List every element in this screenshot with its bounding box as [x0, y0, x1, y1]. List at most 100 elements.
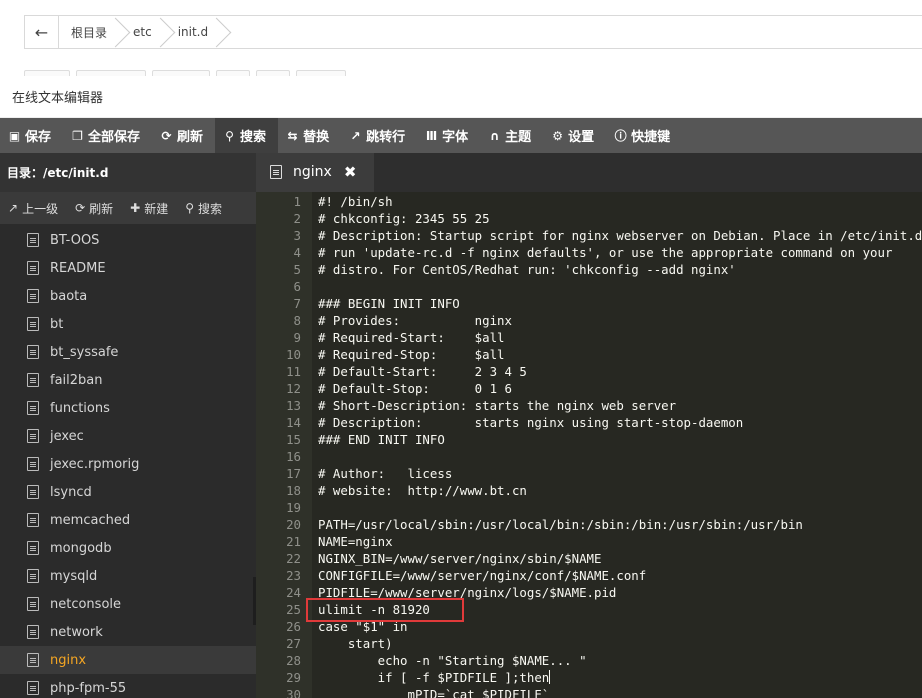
- code-text: ### END INIT INFO: [318, 432, 445, 447]
- file-icon: [27, 485, 39, 499]
- file-item[interactable]: netconsole: [0, 590, 256, 618]
- code-line: 14 # Description: starts nginx using star…: [256, 414, 922, 431]
- goto-line-button[interactable]: ↗ 跳转行: [341, 118, 417, 153]
- file-icon: [27, 513, 39, 527]
- line-number: 14: [286, 415, 301, 430]
- file-item[interactable]: README: [0, 254, 256, 282]
- line-number: 24: [286, 585, 301, 600]
- file-item[interactable]: functions: [0, 394, 256, 422]
- file-name: functions: [50, 400, 110, 416]
- file-name: jexec: [50, 428, 84, 444]
- text-cursor: [549, 670, 551, 684]
- code-line: 3 # Description: Startup script for nginx…: [256, 227, 922, 244]
- up-level-button[interactable]: ↗ 上一级: [0, 200, 67, 217]
- editor-toolbar: ▣ 保存 ❐ 全部保存 ⟳ 刷新 ⚲ 搜索 ⇆ 替换 ↗ 跳转行 Ⅲ 字体 ∩ 主题 ⚙ 设置 ⓘ…: [0, 118, 922, 153]
- code-text: CONFIGFILE=/www/server/nginx/conf/$NAME.…: [318, 568, 647, 583]
- file-name: netconsole: [50, 596, 122, 612]
- code-line: 21 NAME=nginx: [256, 533, 922, 550]
- code-text: # distro. For CentOS/Redhat run: 'chkcon…: [318, 262, 736, 277]
- code-line: 5 # distro. For CentOS/Redhat run: 'chkco…: [256, 261, 922, 278]
- code-editor[interactable]: 1 #! /bin/sh 2 # chkconfig: 2345 55 25 3 # De…: [256, 192, 922, 698]
- code-text: # website: http://www.bt.cn: [318, 483, 527, 498]
- code-text: # Required-Stop: $all: [318, 347, 505, 362]
- line-number: 6: [293, 279, 301, 294]
- file-item[interactable]: jexec: [0, 422, 256, 450]
- file-item[interactable]: memcached: [0, 506, 256, 534]
- code-line: 7 ### BEGIN INIT INFO: [256, 295, 922, 312]
- file-item[interactable]: BT-OOS: [0, 226, 256, 254]
- refresh-icon: ⟳: [161, 128, 172, 143]
- file-icon: [27, 653, 39, 667]
- search-icon: ⚲: [225, 128, 234, 143]
- code-text: # chkconfig: 2345 55 25: [318, 211, 490, 226]
- save-all-button[interactable]: ❐ 全部保存: [63, 118, 152, 153]
- new-file-button[interactable]: ✚ 新建: [122, 200, 177, 217]
- line-number: 1: [293, 194, 301, 209]
- file-item[interactable]: jexec.rpmorig: [0, 450, 256, 478]
- code-line: 16: [256, 448, 922, 465]
- sidebar-refresh-button[interactable]: ⟳ 刷新: [67, 200, 122, 217]
- code-text: mPID=`cat $PIDFILE`: [318, 687, 550, 698]
- back-arrow-icon[interactable]: ←: [25, 16, 59, 48]
- editor-window: ← 根目录 etc init.d 在线文本编辑器 ▣ 保存 ❐ 全部保存 ⟳ 刷新 ⚲…: [0, 0, 922, 698]
- code-line: 4 # run 'update-rc.d -f nginx defaults', …: [256, 244, 922, 261]
- breadcrumb-item[interactable]: 根目录: [59, 16, 121, 48]
- file-name: bt_syssafe: [50, 344, 119, 360]
- file-item[interactable]: mysqld: [0, 562, 256, 590]
- line-number: 7: [293, 296, 301, 311]
- line-number: 23: [286, 568, 301, 583]
- file-item[interactable]: bt_syssafe: [0, 338, 256, 366]
- file-item[interactable]: php-fpm-55: [0, 674, 256, 698]
- file-item[interactable]: fail2ban: [0, 366, 256, 394]
- file-icon: [27, 625, 39, 639]
- search-button[interactable]: ⚲ 搜索: [215, 118, 279, 153]
- shortcuts-button[interactable]: ⓘ 快捷键: [606, 118, 682, 153]
- highlight-annotation-box: [306, 598, 464, 622]
- code-line: 6: [256, 278, 922, 295]
- line-number: 18: [286, 483, 301, 498]
- file-icon: [27, 261, 39, 275]
- code-line: 29 if [ -f $PIDFILE ];then: [256, 669, 922, 686]
- gear-icon: ⚙: [552, 128, 563, 143]
- code-line: 22 NGINX_BIN=/www/server/nginx/sbin/$NAME: [256, 550, 922, 567]
- save-button[interactable]: ▣ 保存: [0, 118, 63, 153]
- file-item[interactable]: lsyncd: [0, 478, 256, 506]
- file-name: lsyncd: [50, 484, 92, 500]
- file-icon: [27, 289, 39, 303]
- file-icon: [27, 233, 39, 247]
- file-item[interactable]: baota: [0, 282, 256, 310]
- font-button[interactable]: Ⅲ 字体: [417, 118, 480, 153]
- file-icon: [27, 597, 39, 611]
- line-number: 27: [286, 636, 301, 651]
- code-line: 30 mPID=`cat $PIDFILE`: [256, 686, 922, 698]
- code-text: # Default-Stop: 0 1 6: [318, 381, 512, 396]
- search-icon: ⚲: [185, 201, 195, 215]
- tab-nginx[interactable]: nginx ✖: [256, 153, 374, 192]
- theme-button[interactable]: ∩ 主题: [480, 118, 543, 153]
- close-icon[interactable]: ✖: [344, 163, 357, 181]
- code-text: # Required-Start: $all: [318, 330, 505, 345]
- plus-icon: ✚: [130, 201, 141, 215]
- code-text: start): [318, 636, 393, 651]
- tab-bar: nginx ✖: [256, 153, 922, 192]
- settings-button[interactable]: ⚙ 设置: [543, 118, 606, 153]
- file-item[interactable]: bt: [0, 310, 256, 338]
- line-number: 28: [286, 653, 301, 668]
- line-number: 2: [293, 211, 301, 226]
- code-line: 28 echo -n "Starting $NAME... ": [256, 652, 922, 669]
- line-number: 8: [293, 313, 301, 328]
- sidebar-search-button[interactable]: ⚲ 搜索: [177, 200, 231, 217]
- line-number: 15: [286, 432, 301, 447]
- file-item[interactable]: network: [0, 618, 256, 646]
- code-line: 2 # chkconfig: 2345 55 25: [256, 210, 922, 227]
- file-item[interactable]: mongodb: [0, 534, 256, 562]
- file-name: jexec.rpmorig: [50, 456, 140, 472]
- line-number: 4: [293, 245, 301, 260]
- file-icon: [27, 541, 39, 555]
- line-number: 3: [293, 228, 301, 243]
- code-text: # Description: Startup script for nginx …: [318, 228, 922, 243]
- file-item[interactable]: nginx: [0, 646, 256, 674]
- refresh-button[interactable]: ⟳ 刷新: [152, 118, 215, 153]
- replace-button[interactable]: ⇆ 替换: [278, 118, 341, 153]
- line-number: 10: [286, 347, 301, 362]
